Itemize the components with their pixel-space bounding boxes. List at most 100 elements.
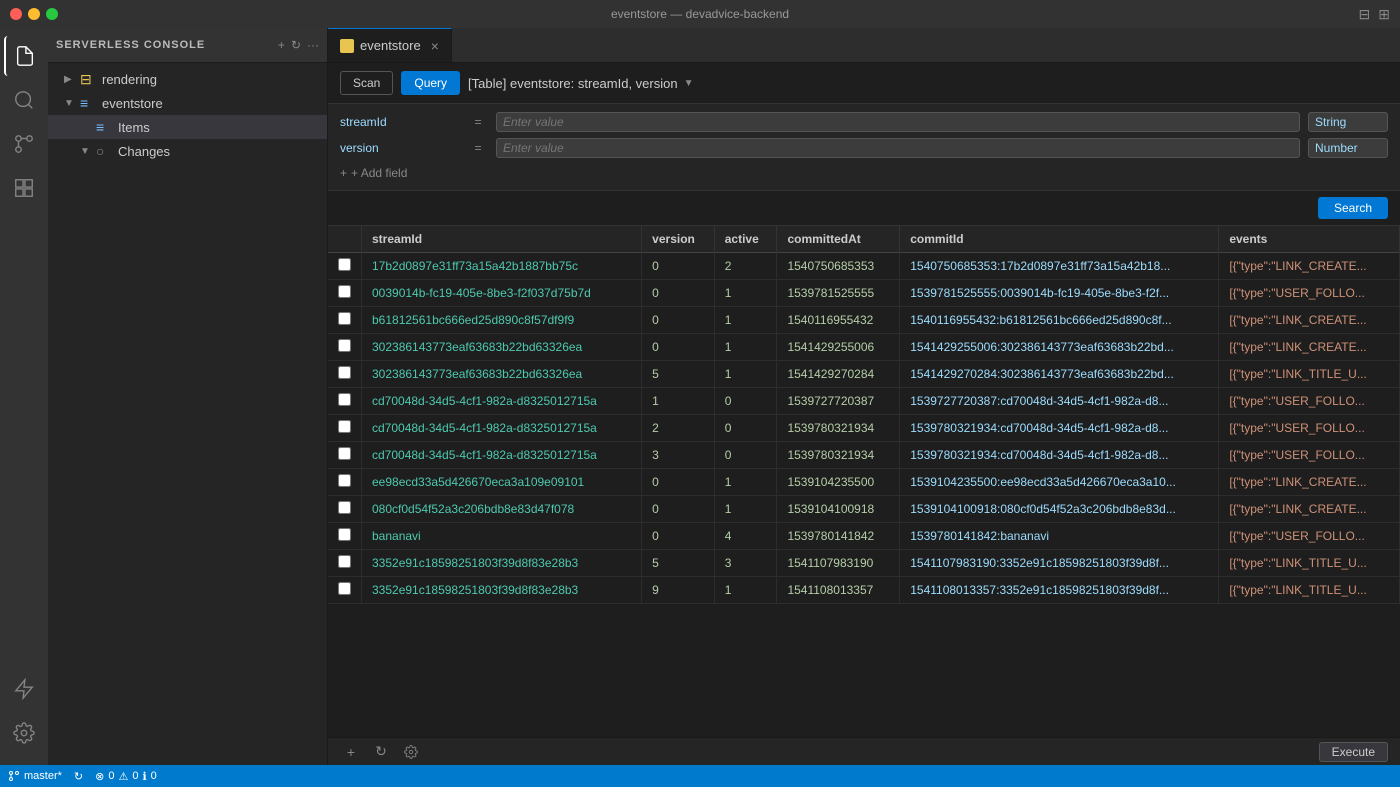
- sidebar-item-eventstore[interactable]: ▼ ≡ eventstore: [48, 91, 327, 115]
- row-checkbox[interactable]: [338, 339, 351, 352]
- query-bar: Scan Query [Table] eventstore: streamId,…: [328, 63, 1400, 104]
- row-checkbox[interactable]: [338, 447, 351, 460]
- query-button[interactable]: Query: [401, 71, 460, 95]
- panel-toggle-icon[interactable]: ⊟: [1359, 6, 1371, 23]
- row-checkbox[interactable]: [338, 582, 351, 595]
- cell-commitid: 1540750685353:17b2d0897e31ff73a15a42b18.…: [900, 253, 1219, 280]
- sidebar-item-items[interactable]: ≡ Items: [48, 115, 327, 139]
- extensions-activity-icon[interactable]: [4, 168, 44, 208]
- row-checkbox-cell[interactable]: [328, 307, 362, 334]
- refresh-button[interactable]: ↻: [370, 741, 392, 763]
- row-checkbox[interactable]: [338, 258, 351, 271]
- sidebar-add-icon[interactable]: +: [278, 38, 285, 52]
- filter-row-streamid: streamId = String: [340, 112, 1388, 132]
- cell-committedat: 1539781525555: [777, 280, 900, 307]
- minimize-button[interactable]: [28, 8, 40, 20]
- table-header-row: streamId version active committedAt comm…: [328, 226, 1400, 253]
- maximize-button[interactable]: [46, 8, 58, 20]
- table-row: cd70048d-34d5-4cf1-982a-d8325012715a 3 0…: [328, 442, 1400, 469]
- row-checkbox-cell[interactable]: [328, 577, 362, 604]
- row-checkbox-cell[interactable]: [328, 361, 362, 388]
- gear-activity-icon[interactable]: [4, 713, 44, 753]
- cell-version: 1: [642, 388, 715, 415]
- th-commitid: commitId: [900, 226, 1219, 253]
- search-button[interactable]: Search: [1318, 197, 1388, 219]
- source-control-activity-icon[interactable]: [4, 124, 44, 164]
- row-checkbox-cell[interactable]: [328, 415, 362, 442]
- sidebar-item-changes[interactable]: ▼ ○ Changes: [48, 139, 327, 163]
- table-row: 17b2d0897e31ff73a15a42b1887bb75c 0 2 154…: [328, 253, 1400, 280]
- filter-input-version[interactable]: [496, 138, 1300, 158]
- close-button[interactable]: [10, 8, 22, 20]
- row-checkbox[interactable]: [338, 420, 351, 433]
- row-checkbox[interactable]: [338, 285, 351, 298]
- query-selector[interactable]: [Table] eventstore: streamId, version ▼: [468, 76, 1388, 91]
- row-checkbox-cell[interactable]: [328, 496, 362, 523]
- row-checkbox[interactable]: [338, 474, 351, 487]
- row-checkbox-cell[interactable]: [328, 442, 362, 469]
- tab-eventstore[interactable]: eventstore ×: [328, 28, 452, 62]
- search-activity-bar-icon[interactable]: [4, 80, 44, 120]
- sidebar-item-label: eventstore: [102, 96, 163, 111]
- scan-button[interactable]: Scan: [340, 71, 393, 95]
- cell-version: 0: [642, 496, 715, 523]
- filter-type-version: Number: [1308, 138, 1388, 158]
- window-controls[interactable]: [10, 8, 58, 20]
- row-checkbox-cell[interactable]: [328, 388, 362, 415]
- sidebar-more-icon[interactable]: ···: [307, 38, 319, 52]
- sync-status[interactable]: ↻: [74, 770, 83, 783]
- cell-version: 9: [642, 577, 715, 604]
- items-icon: ≡: [96, 119, 114, 135]
- cell-version: 5: [642, 550, 715, 577]
- row-checkbox-cell[interactable]: [328, 523, 362, 550]
- title-bar-actions: ⊟ ⊞: [1359, 6, 1390, 23]
- layout-icon[interactable]: ⊞: [1378, 6, 1390, 23]
- tab-close-icon[interactable]: ×: [431, 38, 439, 54]
- cell-events: [{"type":"LINK_CREATE...: [1219, 469, 1400, 496]
- row-checkbox-cell[interactable]: [328, 334, 362, 361]
- error-count: 0: [108, 770, 114, 782]
- row-checkbox-cell[interactable]: [328, 550, 362, 577]
- row-checkbox[interactable]: [338, 312, 351, 325]
- cell-version: 3: [642, 442, 715, 469]
- cell-streamid: cd70048d-34d5-4cf1-982a-d8325012715a: [362, 442, 642, 469]
- errors-status[interactable]: ⊗ 0 ⚠ 0 ℹ 0: [95, 770, 157, 783]
- row-checkbox-cell[interactable]: [328, 469, 362, 496]
- add-field-button[interactable]: + + Add field: [340, 164, 1388, 182]
- row-checkbox[interactable]: [338, 366, 351, 379]
- filter-input-streamid[interactable]: [496, 112, 1300, 132]
- th-streamid: streamId: [362, 226, 642, 253]
- cell-commitid: 1539780321934:cd70048d-34d5-4cf1-982a-d8…: [900, 442, 1219, 469]
- row-checkbox-cell[interactable]: [328, 280, 362, 307]
- sidebar-refresh-icon[interactable]: ↻: [291, 38, 301, 52]
- row-checkbox[interactable]: [338, 528, 351, 541]
- cell-active: 4: [714, 523, 777, 550]
- bottom-toolbar: + ↻ Execute: [328, 737, 1400, 765]
- row-checkbox[interactable]: [338, 393, 351, 406]
- execute-button[interactable]: Execute: [1319, 742, 1388, 762]
- cell-streamid: 17b2d0897e31ff73a15a42b1887bb75c: [362, 253, 642, 280]
- files-activity-icon[interactable]: [4, 36, 44, 76]
- add-row-button[interactable]: +: [340, 741, 362, 763]
- filter-type-streamid: String: [1308, 112, 1388, 132]
- chevron-down-icon: ▼: [64, 98, 80, 109]
- row-checkbox-cell[interactable]: [328, 253, 362, 280]
- warning-count: 0: [132, 770, 138, 782]
- lightning-activity-icon[interactable]: [4, 669, 44, 709]
- cell-events: [{"type":"LINK_TITLE_U...: [1219, 550, 1400, 577]
- error-icon: ⊗: [95, 770, 104, 783]
- sidebar-item-label: rendering: [102, 72, 157, 87]
- git-branch-status[interactable]: master*: [8, 770, 62, 782]
- row-checkbox[interactable]: [338, 555, 351, 568]
- cell-events: [{"type":"USER_FOLLO...: [1219, 388, 1400, 415]
- cell-committedat: 1539780141842: [777, 523, 900, 550]
- filter-field-streamid: streamId: [340, 115, 460, 129]
- cell-streamid: 302386143773eaf63683b22bd63326ea: [362, 361, 642, 388]
- table-row: bananavi 0 4 1539780141842 1539780141842…: [328, 523, 1400, 550]
- window-title: eventstore — devadvice-backend: [611, 7, 789, 21]
- cell-streamid: 080cf0d54f52a3c206bdb8e83d47f078: [362, 496, 642, 523]
- cell-version: 0: [642, 253, 715, 280]
- row-checkbox[interactable]: [338, 501, 351, 514]
- sidebar-item-rendering[interactable]: ▶ ⊟ rendering: [48, 67, 327, 91]
- settings-button[interactable]: [400, 741, 422, 763]
